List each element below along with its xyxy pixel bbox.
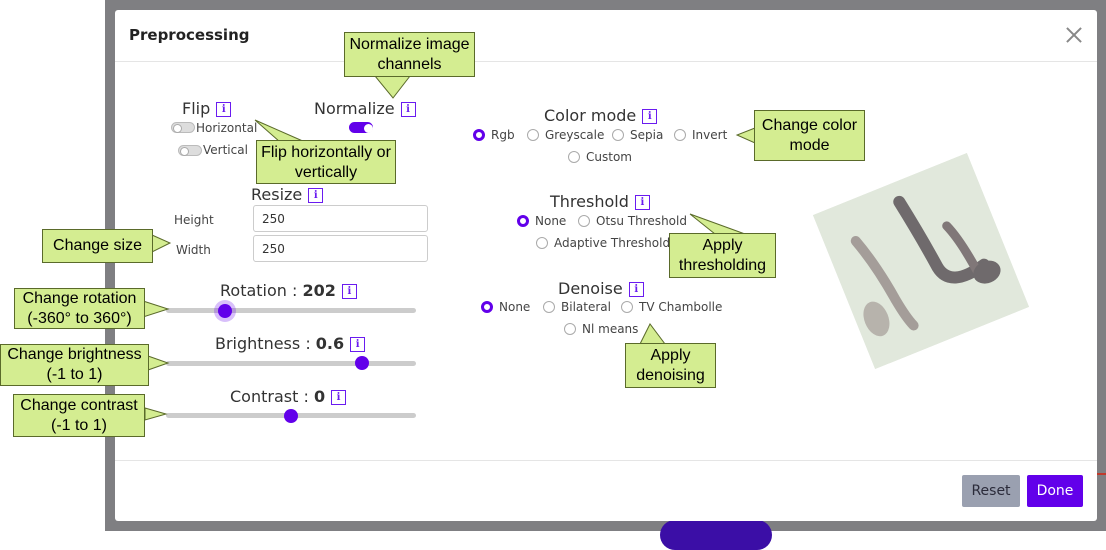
color-mode-callout: Change color mode — [754, 110, 865, 161]
thresholding-callout: Apply thresholding — [669, 233, 776, 278]
size-callout: Change size — [42, 229, 153, 263]
brightness-callout: Change brightness (-1 to 1) — [0, 344, 149, 386]
normalize-callout: Normalize image channels — [344, 32, 475, 77]
rotation-callout: Change rotation (-360° to 360°) — [14, 288, 145, 329]
flip-callout: Flip horizontally or vertically — [256, 140, 396, 184]
callout-tails — [139, 75, 756, 421]
denoising-callout: Apply denoising — [625, 343, 716, 388]
contrast-callout: Change contrast (-1 to 1) — [13, 394, 145, 437]
